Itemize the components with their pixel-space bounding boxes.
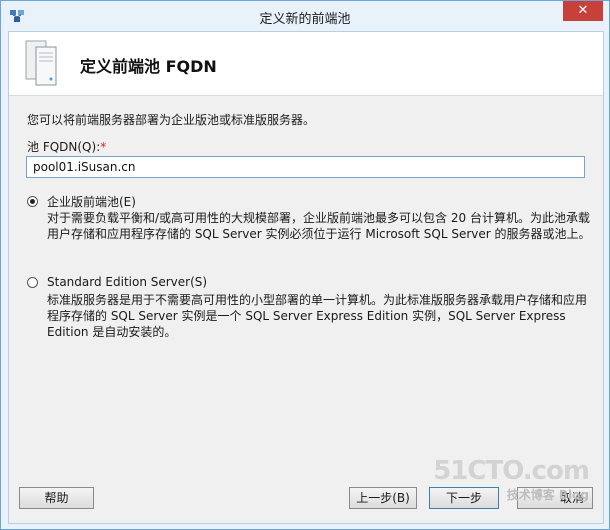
enterprise-pool-option[interactable]: 企业版前端池(E) [27,193,136,210]
dialog-body: 定义前端池 FQDN 您可以将前端服务器部署为企业版池或标准版服务器。 池 FQ… [8,31,604,524]
standard-server-description: 标准版服务器是用于不需要高可用性的小型部署的单一计算机。为此标准版服务器承载用户… [47,293,588,339]
intro-text: 您可以将前端服务器部署为企业版池或标准版服务器。 [27,113,316,127]
watermark: 51CTO.com 技术博客 Blog [433,456,590,503]
pool-fqdn-input[interactable] [26,156,585,178]
enterprise-pool-description: 对于需要负载平衡和/或高可用性的大规模部署，企业版前端池最多可以包含 20 台计… [47,211,591,241]
pool-fqdn-label-text: 池 FQDN(Q): [27,140,101,154]
required-marker: * [100,140,107,154]
standard-server-radio[interactable] [27,276,38,288]
server-stack-icon [25,40,57,86]
back-button[interactable]: 上一步(B) [349,487,417,509]
pool-fqdn-label: 池 FQDN(Q):* [27,138,106,155]
close-button[interactable]: ✕ [563,1,603,21]
standard-server-option[interactable]: Standard Edition Server(S) [27,275,207,289]
watermark-blog: 技术博客 Blog [506,488,589,502]
watermark-site: 51CTO.com [433,456,590,486]
standard-server-label: Standard Edition Server(S) [47,275,208,289]
title-bar: 定义新的前端池 ✕ [1,1,609,31]
dialog-window: 定义新的前端池 ✕ 定义前端池 FQDN 您可以将前端服务器部署为企业版池或标准… [0,0,610,530]
page-title: 定义前端池 FQDN [80,57,217,76]
wizard-header: 定义前端池 FQDN [9,32,603,96]
enterprise-pool-label: 企业版前端池(E) [47,195,136,209]
help-button[interactable]: 帮助 [19,487,94,509]
window-title: 定义新的前端池 [259,12,351,27]
enterprise-pool-radio[interactable] [27,196,38,207]
